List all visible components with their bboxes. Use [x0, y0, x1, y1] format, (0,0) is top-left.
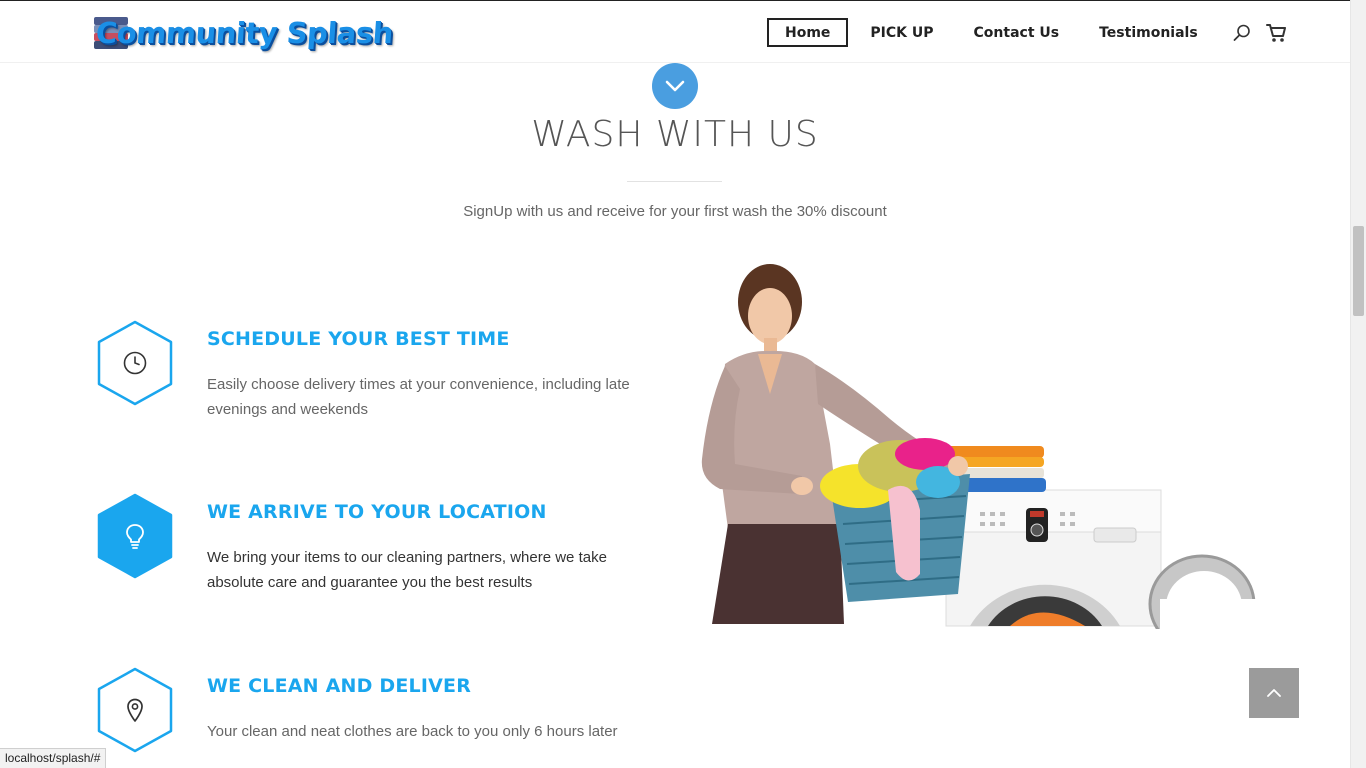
main-nav: Home PICK UP Contact Us Testimonials [767, 18, 1288, 47]
hexagon-badge [96, 493, 174, 579]
site-header: Community Splash Home PICK UP Contact Us… [0, 0, 1350, 63]
section-title: WASH WITH US [531, 114, 819, 155]
hexagon-badge [96, 667, 174, 753]
back-to-top-button[interactable] [1249, 668, 1299, 718]
location-pin-icon [96, 667, 174, 753]
nav-testimonials[interactable]: Testimonials [1081, 18, 1216, 47]
status-bar-url: localhost/splash/# [0, 748, 107, 768]
laundry-illustration [690, 254, 1260, 654]
feature-title: WE ARRIVE TO YOUR LOCATION [207, 501, 547, 523]
clock-icon [96, 320, 174, 406]
lightbulb-icon [96, 493, 174, 579]
section-subtitle: SignUp with us and receive for your firs… [463, 203, 887, 220]
feature-description: We bring your items to our cleaning part… [207, 549, 607, 591]
nav-home[interactable]: Home [767, 18, 849, 47]
scroll-down-button[interactable] [652, 63, 698, 109]
search-icon[interactable] [1230, 21, 1254, 45]
title-divider [627, 181, 722, 182]
logo-text: Community Splash [94, 16, 395, 50]
nav-pick-up[interactable]: PICK UP [852, 18, 951, 47]
nav-contact-us[interactable]: Contact Us [956, 18, 1078, 47]
cart-icon[interactable] [1264, 21, 1288, 45]
feature-title: SCHEDULE YOUR BEST TIME [207, 328, 510, 350]
page-scrollbar[interactable] [1350, 0, 1366, 768]
feature-description: Easily choose delivery times at your con… [207, 376, 630, 418]
feature-description: Your clean and neat clothes are back to … [207, 723, 618, 740]
site-logo[interactable]: Community Splash [92, 11, 395, 55]
hexagon-badge [96, 320, 174, 406]
scrollbar-thumb[interactable] [1353, 226, 1364, 316]
chevron-down-icon [665, 80, 685, 92]
feature-title: WE CLEAN AND DELIVER [207, 675, 472, 697]
chevron-up-icon [1267, 689, 1281, 697]
